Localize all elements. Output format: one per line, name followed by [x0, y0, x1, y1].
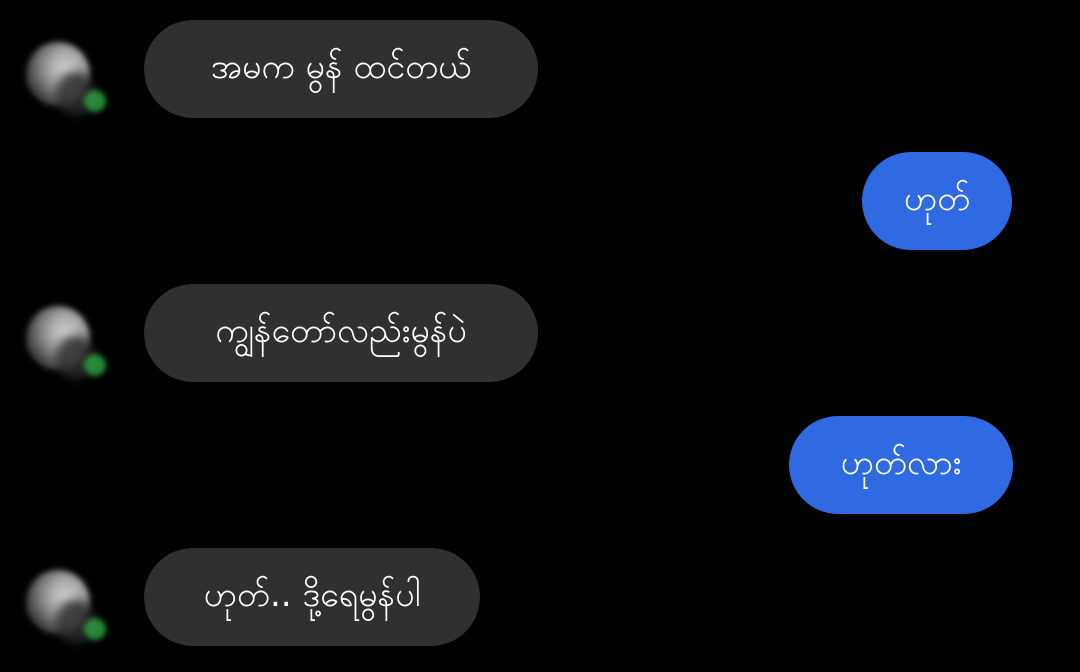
message-row-outgoing: ဟုတ်လား	[0, 416, 1080, 514]
incoming-message-bubble[interactable]: ကျွန်တော်လည်းမွန်ပဲ	[144, 284, 538, 382]
message-row-incoming: အမက မွန် ထင်တယ်	[0, 20, 1080, 118]
message-row-incoming: ကျွန်တော်လည်းမွန်ပဲ	[0, 284, 1080, 382]
avatar[interactable]	[26, 570, 96, 644]
online-status-indicator	[84, 354, 106, 376]
outgoing-message-bubble[interactable]: ဟုတ်လား	[789, 416, 1013, 514]
incoming-message-bubble[interactable]: အမက မွန် ထင်တယ်	[144, 20, 538, 118]
message-row-incoming: ဟုတ်.. ဒို့ရေမွန်ပါ	[0, 548, 1080, 646]
online-status-indicator	[84, 90, 106, 112]
online-status-indicator	[84, 618, 106, 640]
chat-thread: အမက မွန် ထင်တယ် ဟုတ် ကျွန်တော်လည်းမွန်ပဲ…	[0, 0, 1080, 672]
outgoing-message-bubble[interactable]: ဟုတ်	[862, 152, 1012, 250]
message-row-outgoing: ဟုတ်	[0, 152, 1080, 250]
avatar[interactable]	[26, 42, 96, 116]
incoming-message-bubble[interactable]: ဟုတ်.. ဒို့ရေမွန်ပါ	[144, 548, 480, 646]
avatar[interactable]	[26, 306, 96, 380]
